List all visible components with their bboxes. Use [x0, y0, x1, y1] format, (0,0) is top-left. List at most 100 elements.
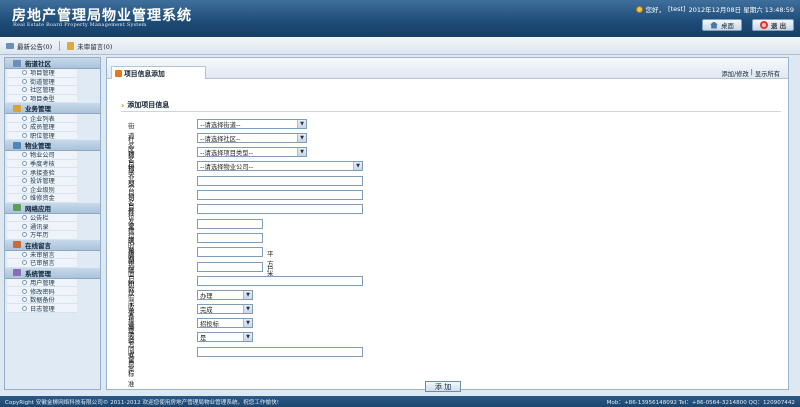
community-select-value: --请选择社区-- — [200, 135, 241, 143]
hiring-select[interactable]: 招投标 ▼ — [197, 318, 253, 328]
hiring-select-value: 招投标 — [200, 320, 219, 328]
bullet-icon — [22, 124, 27, 130]
sidebar-item[interactable]: 日志管理 — [7, 304, 77, 314]
sidebar-section-title: 业务管理 — [25, 105, 51, 114]
username[interactable]: [test] — [668, 5, 686, 13]
bullet-icon — [22, 115, 27, 121]
sidebar-item[interactable]: 万年历 — [7, 230, 77, 240]
bullet-icon — [22, 297, 27, 303]
type-select-value: --请选择项目类型-- — [200, 149, 254, 157]
section-title-text: 添加项目信息 — [127, 101, 170, 109]
sidebar-item-label: 项目类型 — [30, 96, 55, 104]
sidebar-item[interactable]: 已审留言 — [7, 259, 77, 268]
company-select[interactable]: --请选择物业公司-- ▼ — [197, 161, 363, 171]
sidebar-section-title: 街道社区 — [25, 60, 51, 68]
bullet-icon — [22, 251, 27, 257]
contact-info: Mob：+86-13956148092 Tel：+86-0564-3214800… — [606, 399, 795, 406]
add-button[interactable]: 添 加 — [425, 381, 461, 392]
bullet-icon — [22, 96, 27, 102]
bullet-icon — [22, 223, 27, 229]
chevron-down-icon[interactable]: ▼ — [297, 134, 306, 142]
bullet-icon — [22, 232, 27, 238]
mail-icon — [6, 42, 14, 49]
sidebar-section-title: 物业管理 — [25, 142, 51, 151]
message-icon — [67, 41, 75, 50]
bullet-icon — [22, 260, 27, 266]
home-icon — [710, 21, 718, 29]
service-input[interactable] — [197, 233, 263, 243]
sidebar: 街道社区 项目管理 街道管理 社区管理 项目类型 业务管理 企业列表 成员管理 职位管理 物业管理… — [4, 57, 101, 390]
acceptance-select-value: 办理 — [200, 292, 213, 300]
bullet-icon — [22, 215, 27, 221]
action-separator: | — [750, 69, 753, 76]
bullet-icon — [22, 161, 27, 167]
sidebar-item-label: 已审留言 — [30, 260, 55, 268]
chevron-down-icon[interactable]: ▼ — [243, 291, 252, 299]
fee-input[interactable] — [197, 347, 363, 357]
exit-icon: ⊗ — [759, 21, 768, 29]
bullet-icon — [22, 132, 27, 138]
bullet-icon — [22, 87, 27, 93]
delivery-input[interactable] — [197, 219, 263, 229]
tab-bar: 项目信息添加 添加/修改 | 显示所有 — [107, 58, 788, 79]
tab-actions: 添加/修改 | 显示所有 — [721, 69, 780, 78]
honors-input[interactable] — [197, 276, 363, 286]
sidebar-section-title: 系统管理 — [25, 269, 51, 278]
chevron-down-icon[interactable]: ▼ — [297, 120, 306, 128]
home-button[interactable]: 桌面 — [702, 19, 742, 31]
households-unit: 户 — [267, 265, 274, 273]
name-input[interactable] — [197, 176, 363, 186]
acceptance-select[interactable]: 办理 ▼ — [197, 290, 253, 300]
developer-input[interactable] — [197, 204, 363, 214]
inspection-select[interactable]: 完成 ▼ — [197, 304, 253, 314]
fee-label: 收费标准 — [128, 350, 135, 388]
sidebar-item[interactable]: 维修资金 — [7, 194, 77, 203]
logout-button-label: 退 出 — [770, 22, 787, 30]
contract-select-value: 是 — [200, 334, 207, 342]
chevron-down-icon[interactable]: ▼ — [243, 305, 252, 313]
copyright: CopyRight 安徽金狮网络科技有限公司© 2011-2012 欢迎您使用房… — [5, 399, 279, 406]
bullet-icon — [22, 288, 27, 294]
sidebar-item-label: 万年历 — [30, 232, 49, 240]
sidebar-item[interactable]: 职位管理 — [7, 131, 77, 141]
street-select[interactable]: --请选择街道-- ▼ — [197, 119, 307, 129]
section-icon — [13, 59, 21, 67]
chevron-down-icon[interactable]: ▼ — [353, 162, 362, 170]
bullet-icon — [22, 305, 27, 311]
location-input[interactable] — [197, 190, 363, 200]
sidebar-item-label: 日志管理 — [30, 305, 55, 313]
chevron-down-icon[interactable]: ▼ — [243, 333, 252, 341]
app-subtitle: Real Estate Board Property Management Sy… — [13, 22, 147, 28]
households-input[interactable] — [197, 262, 263, 272]
community-select[interactable]: --请选择社区-- ▼ — [197, 133, 307, 143]
sidebar-item-label: 职位管理 — [30, 132, 55, 140]
section-icon — [13, 104, 21, 112]
footer: CopyRight 安徽金狮网络科技有限公司© 2011-2012 欢迎您使用房… — [0, 396, 800, 407]
latest-notice-link[interactable]: 最新公告(0) — [17, 41, 52, 51]
section-divider — [121, 111, 781, 112]
unread-messages-link[interactable]: 未审留言(0) — [77, 41, 112, 51]
contract-select[interactable]: 是 ▼ — [197, 332, 253, 342]
section-icon — [13, 204, 21, 212]
show-all-link[interactable]: 显示所有 — [755, 69, 780, 78]
sidebar-section-header[interactable]: 网络应用 — [5, 202, 100, 214]
section-title: › 添加项目信息 — [121, 100, 169, 110]
user-icon — [635, 5, 643, 13]
bullet-icon — [22, 279, 27, 285]
tab-project-add[interactable]: 项目信息添加 — [111, 66, 206, 79]
add-edit-link[interactable]: 添加/修改 — [721, 69, 748, 78]
type-select[interactable]: --请选择项目类型-- ▼ — [197, 147, 307, 157]
area-input[interactable] — [197, 247, 263, 257]
logout-button[interactable]: ⊗ 退 出 — [752, 19, 794, 31]
bullet-icon — [22, 78, 27, 84]
sidebar-item[interactable]: 项目类型 — [7, 94, 77, 104]
bullet-icon — [22, 195, 27, 201]
header: 房地产管理局物业管理系统 Real Estate Board Property … — [0, 0, 800, 37]
bullet-icon — [22, 169, 27, 175]
notice-bar: 最新公告(0) 未审留言(0) — [0, 37, 800, 55]
bullet-icon — [22, 70, 27, 76]
chevron-down-icon[interactable]: ▼ — [243, 319, 252, 327]
home-button-label: 桌面 — [721, 22, 734, 30]
chevron-right-icon: › — [121, 100, 125, 110]
chevron-down-icon[interactable]: ▼ — [297, 148, 306, 156]
